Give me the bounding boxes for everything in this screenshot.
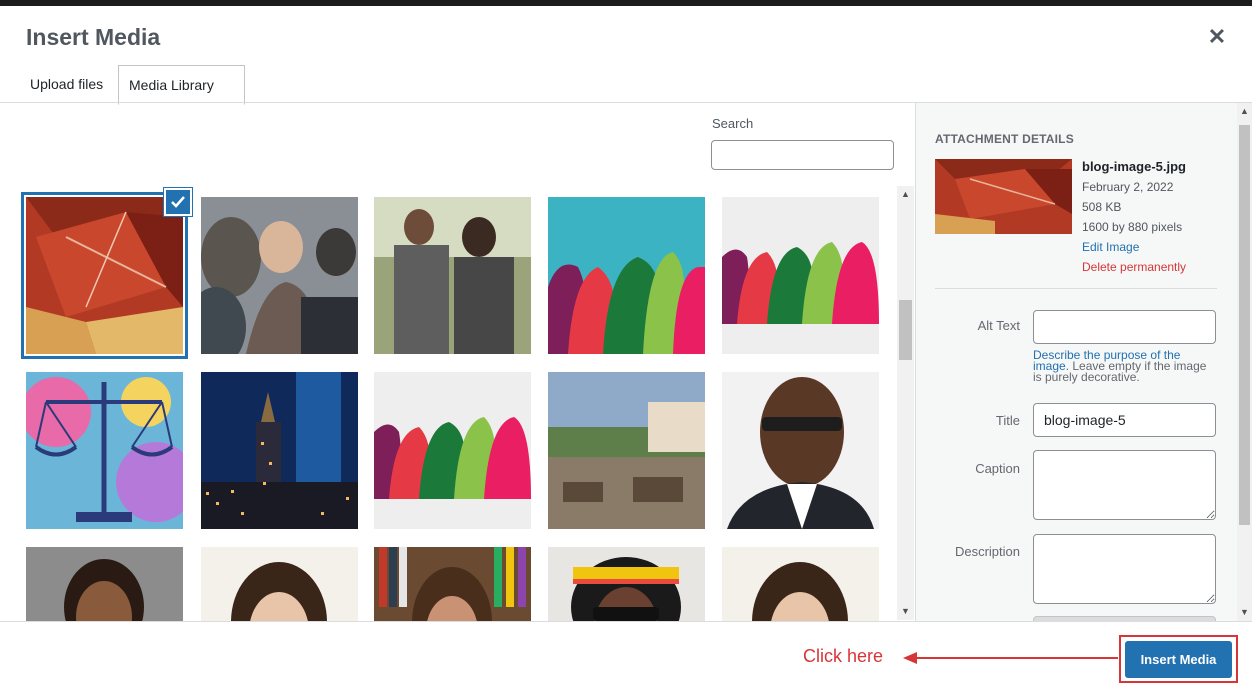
search-input[interactable]: [711, 140, 894, 170]
description-label: Description: [954, 544, 1020, 559]
media-item[interactable]: [374, 197, 531, 354]
title-label: Title: [995, 413, 1020, 428]
woman-portrait-image: [26, 547, 183, 621]
delete-permanently-link[interactable]: Delete permanently: [1082, 257, 1186, 277]
alt-text-help: Describe the purpose of the image. Leave…: [1033, 349, 1213, 383]
search-label: Search: [712, 116, 754, 131]
media-item[interactable]: [722, 372, 879, 529]
media-item[interactable]: [722, 197, 879, 354]
media-item-blog-image-5[interactable]: [21, 192, 188, 359]
scrollbar-thumb[interactable]: [899, 300, 912, 360]
scroll-up-icon[interactable]: ▲: [1240, 107, 1249, 116]
alt-text-field[interactable]: [1033, 310, 1216, 344]
red-geometric-art-image: [935, 159, 1072, 234]
description-field[interactable]: [1033, 534, 1216, 604]
edit-image-link[interactable]: Edit Image: [1082, 237, 1186, 257]
attachment-dimensions: 1600 by 880 pixels: [1082, 220, 1183, 234]
click-here-annotation: Click here: [803, 646, 884, 666]
annotation-arrow-icon: [903, 652, 1118, 664]
woman-portrait-image: [201, 547, 358, 621]
attachment-size: 508 KB: [1082, 200, 1122, 214]
media-item[interactable]: [374, 547, 531, 621]
media-item[interactable]: [201, 197, 358, 354]
friends-walking-image: [374, 197, 531, 354]
scroll-down-icon[interactable]: ▼: [1240, 608, 1249, 617]
woman-portrait-image: [722, 547, 879, 621]
selected-check-icon[interactable]: [164, 188, 192, 216]
media-item[interactable]: [26, 372, 183, 529]
crowd-blurred-image: [201, 197, 358, 354]
media-item[interactable]: [201, 372, 358, 529]
colorful-silhouettes-image: [548, 197, 705, 354]
media-item[interactable]: [548, 197, 705, 354]
colorful-silhouettes-image: [722, 197, 879, 354]
media-grid-scrollbar[interactable]: ▲ ▼: [897, 186, 914, 620]
city-night-skyline-image: [201, 372, 358, 529]
caption-field[interactable]: [1033, 450, 1216, 520]
media-item[interactable]: [374, 372, 531, 529]
resort-terrace-image: [548, 372, 705, 529]
media-item[interactable]: [548, 547, 705, 621]
attachment-info: blog-image-5.jpg February 2, 2022 508 KB…: [1082, 157, 1186, 277]
details-divider: [935, 288, 1217, 289]
scrollbar-thumb[interactable]: [1239, 125, 1250, 525]
title-field[interactable]: [1033, 403, 1216, 437]
scroll-down-icon[interactable]: ▼: [901, 607, 910, 616]
alt-text-label: Alt Text: [977, 318, 1020, 333]
justice-scales-image: [26, 372, 183, 529]
modal-title: Insert Media: [26, 24, 161, 50]
attachment-filename: blog-image-5.jpg: [1082, 159, 1186, 174]
details-scrollbar[interactable]: ▲ ▼: [1237, 103, 1252, 621]
attachment-details-panel: ATTACHMENT DETAILS blog-image-5.jpg Febr…: [915, 103, 1238, 621]
attachment-details-heading: ATTACHMENT DETAILS: [935, 132, 1074, 146]
media-item[interactable]: [722, 547, 879, 621]
colorful-silhouettes-image: [374, 372, 531, 529]
man-headband-portrait-image: [548, 547, 705, 621]
close-icon[interactable]: ✕: [1206, 26, 1228, 48]
attachment-thumbnail: [935, 159, 1072, 234]
tab-media-library[interactable]: Media Library: [118, 65, 245, 105]
woman-bookshelf-image: [374, 547, 531, 621]
man-portrait-image: [722, 372, 879, 529]
scroll-up-icon[interactable]: ▲: [901, 190, 910, 199]
media-item[interactable]: [548, 372, 705, 529]
attachment-date: February 2, 2022: [1082, 180, 1174, 194]
media-item[interactable]: [201, 547, 358, 621]
media-item[interactable]: [26, 547, 183, 621]
caption-label: Caption: [975, 461, 1020, 476]
red-geometric-art-image: [26, 197, 183, 354]
top-border: [0, 0, 1252, 6]
insert-media-button[interactable]: Insert Media: [1125, 641, 1232, 678]
